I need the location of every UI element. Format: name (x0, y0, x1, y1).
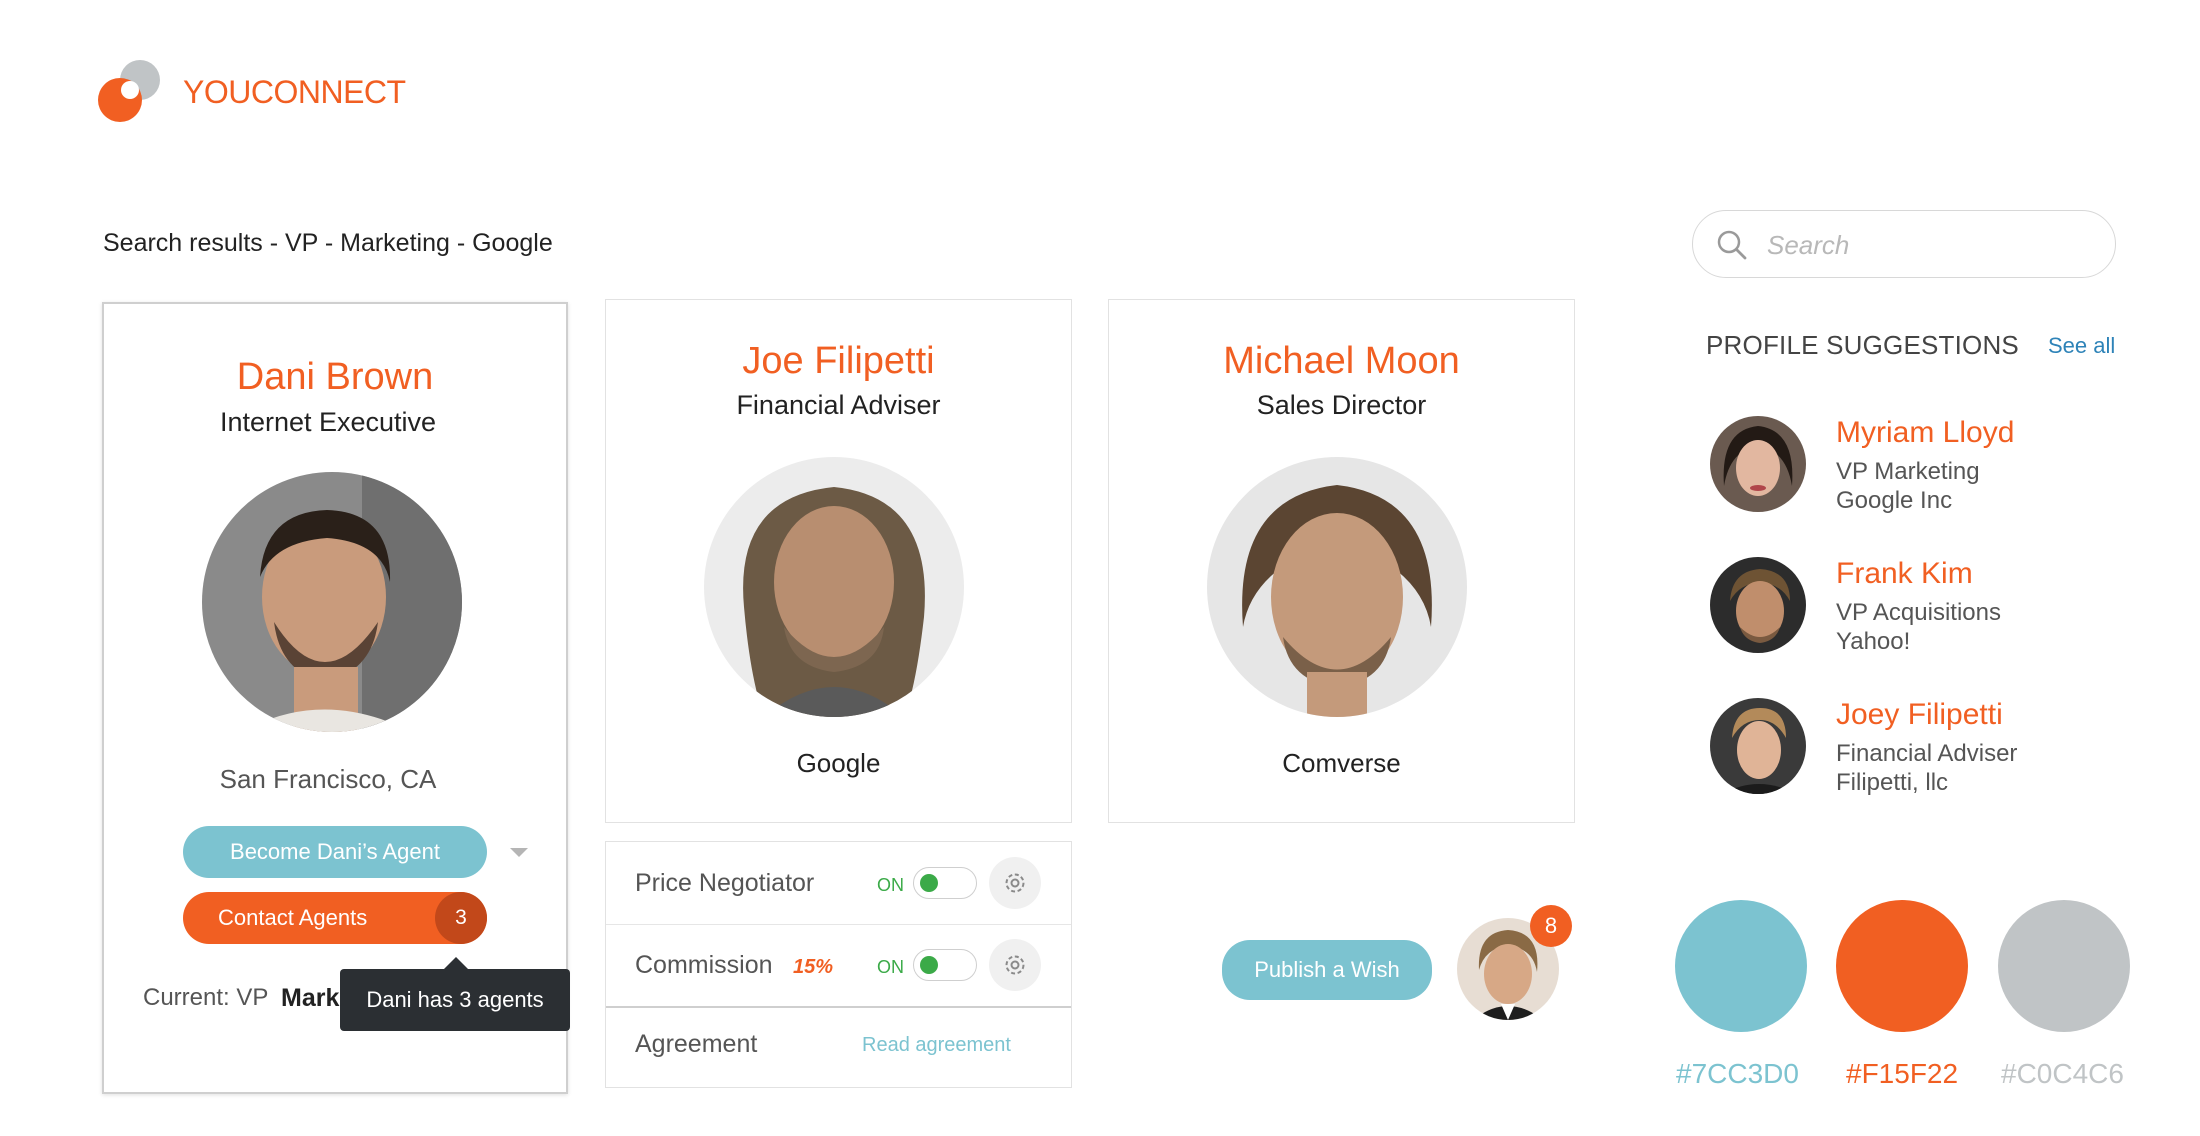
settings-row-commission: Commission 15% ON (606, 924, 1071, 1008)
profile-location: San Francisco, CA (219, 764, 437, 794)
search-input[interactable] (1765, 223, 2089, 267)
profile-title: Financial Adviser (736, 390, 941, 420)
read-agreement-link[interactable]: Read agreement (862, 1034, 1011, 1057)
contact-agents-button[interactable]: Contact Agents 3 (183, 892, 487, 944)
avatar (1710, 698, 1806, 794)
color-swatch-blue (1675, 900, 1807, 1032)
contact-agents-label: Contact Agents (218, 905, 368, 930)
color-swatch-label: #C0C4C6 (2001, 1058, 2124, 1089)
suggestion-title: VP Acquisitions (1836, 599, 2001, 626)
avatar (704, 457, 964, 717)
profile-name: Dani Brown (236, 356, 434, 398)
settings-row-agreement: Agreement Read agreement (606, 1006, 1071, 1088)
profile-name: Joe Filipetti (742, 340, 935, 382)
profile-company: Google (796, 748, 881, 778)
logo-text: YOUCONNECT (183, 74, 406, 110)
settings-row-label: Agreement (635, 1030, 758, 1058)
suggestion-item[interactable]: Frank Kim VP Acquisitions Yahoo! (1710, 557, 2130, 667)
suggestion-item[interactable]: Myriam Lloyd VP Marketing Google Inc (1710, 416, 2130, 526)
avatar (1710, 416, 1806, 512)
color-swatch-orange (1836, 900, 1968, 1032)
suggestion-company: Filipetti, llc (1836, 769, 1949, 796)
suggestion-company: Google Inc (1836, 487, 1953, 514)
suggestion-title: Financial Adviser (1836, 740, 2018, 767)
search-icon (1717, 230, 1747, 260)
toggle-state-label: ON (877, 875, 904, 895)
settings-row-label: Price Negotiator (635, 869, 815, 897)
profile-title: Sales Director (1256, 390, 1427, 420)
settings-row-label: Commission (635, 951, 773, 979)
settings-row-price-negotiator: Price Negotiator ON (606, 842, 1071, 925)
color-swatch-label: #F15F22 (1846, 1058, 1959, 1089)
profile-title: Internet Executive (219, 407, 437, 437)
breadcrumb: Search results - VP - Marketing - Google (103, 229, 553, 257)
toggle-state-label: ON (877, 957, 904, 977)
agent-settings-panel: Price Negotiator ON Commission 15% ON Ag… (605, 841, 1072, 1088)
suggestions-title: PROFILE SUGGESTIONS (1706, 330, 2019, 360)
current-position-label: Current: VP (143, 984, 269, 1011)
agents-tooltip: Dani has 3 agents (340, 957, 570, 1031)
profile-card-michael-moon[interactable]: Michael Moon Sales Director Comverse (1108, 299, 1575, 823)
search-box[interactable] (1692, 210, 2116, 278)
gear-icon[interactable] (989, 939, 1041, 991)
suggestion-company: Yahoo! (1836, 628, 1911, 655)
logo-mark-icon (96, 58, 166, 128)
profile-card-joe-filipetti[interactable]: Joe Filipetti Financial Adviser Google (605, 299, 1072, 823)
agent-count-badge: 3 (435, 892, 487, 944)
suggestion-item[interactable]: Joey Filipetti Financial Adviser Filipet… (1710, 698, 2130, 808)
toggle-knob (920, 956, 938, 974)
avatar (1207, 457, 1467, 717)
suggestion-name: Joey Filipetti (1836, 698, 2003, 731)
gear-icon[interactable] (989, 857, 1041, 909)
notification-badge: 8 (1530, 905, 1572, 947)
suggestion-name: Frank Kim (1836, 557, 1973, 590)
suggestion-name: Myriam Lloyd (1836, 416, 2015, 449)
price-negotiator-toggle[interactable] (913, 867, 977, 899)
avatar (202, 472, 462, 732)
publish-wish-button[interactable]: Publish a Wish (1222, 940, 1432, 1000)
color-swatch-gray (1998, 900, 2130, 1032)
chevron-down-icon[interactable] (508, 846, 530, 865)
see-all-link[interactable]: See all (2048, 333, 2115, 359)
toggle-knob (920, 874, 938, 892)
profile-company: Comverse (1282, 748, 1401, 778)
become-agent-button[interactable]: Become Dani’s Agent (183, 826, 487, 878)
commission-value: 15% (793, 956, 834, 978)
profile-name: Michael Moon (1223, 340, 1460, 382)
suggestion-title: VP Marketing (1836, 458, 1980, 485)
color-swatch-label: #7CC3D0 (1676, 1058, 1799, 1089)
commission-toggle[interactable] (913, 949, 977, 981)
avatar (1710, 557, 1806, 653)
